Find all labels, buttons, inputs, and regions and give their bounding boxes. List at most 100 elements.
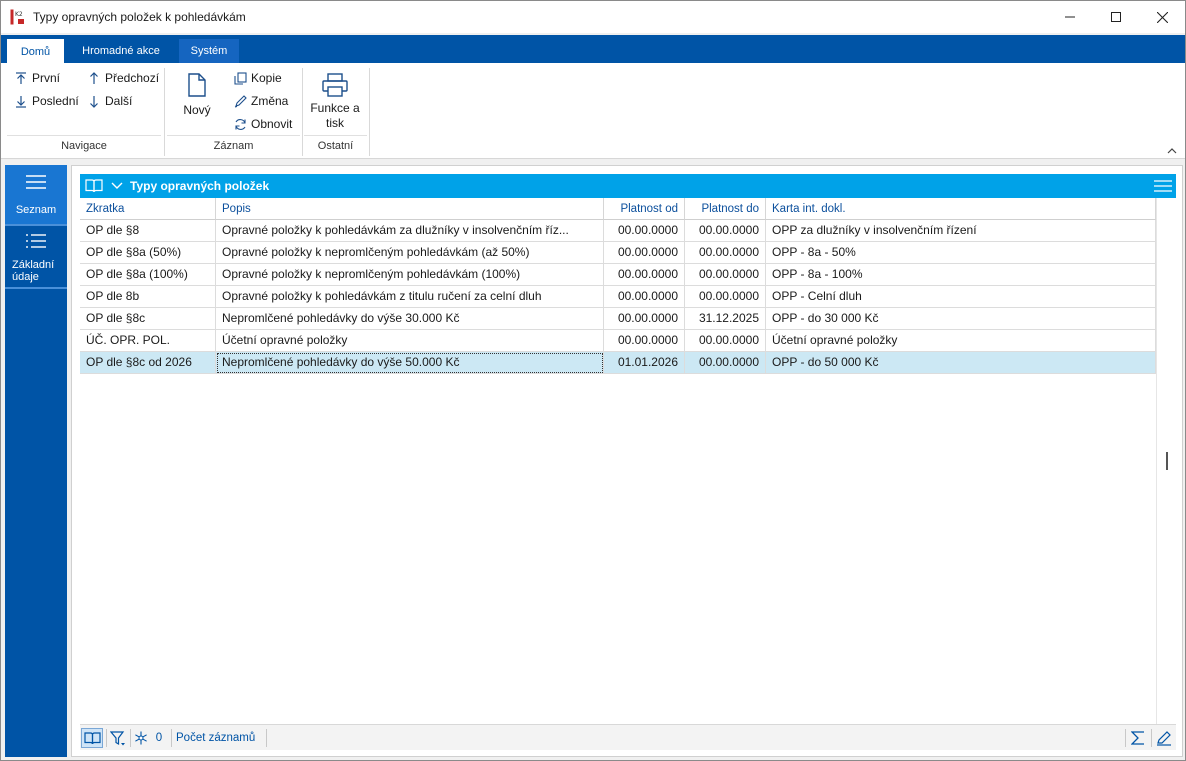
- minimize-icon: [1065, 16, 1075, 18]
- cell-zkratka[interactable]: OP dle §8a (100%): [80, 264, 216, 286]
- book-view-button[interactable]: [81, 728, 103, 748]
- grid-menu-icon[interactable]: [1154, 180, 1172, 192]
- cell-platnost-od[interactable]: 00.00.0000: [604, 264, 685, 286]
- footer-separator: [130, 729, 131, 747]
- collapse-ribbon-button[interactable]: [1167, 143, 1177, 157]
- cell-platnost-do[interactable]: 00.00.0000: [685, 264, 766, 286]
- column-header-popis[interactable]: Popis: [216, 198, 604, 220]
- record-count-button[interactable]: Počet záznamů: [176, 728, 266, 748]
- cell-zkratka[interactable]: OP dle §8: [80, 220, 216, 242]
- filter-button[interactable]: [108, 728, 128, 748]
- other-group-divider: [304, 135, 367, 136]
- book-icon[interactable]: [85, 179, 103, 193]
- freeze-button[interactable]: [133, 728, 149, 748]
- cell-zkratka[interactable]: OP dle 8b: [80, 286, 216, 308]
- cell-zkratka[interactable]: OP dle §8a (50%): [80, 242, 216, 264]
- refresh-button[interactable]: Obnovit: [232, 116, 292, 132]
- list-icon: [26, 234, 46, 248]
- grid-title: Typy opravných položek: [130, 179, 270, 193]
- cell-popis[interactable]: Opravné položky k nepromlčeným pohledávk…: [216, 242, 604, 264]
- edit-button[interactable]: [1153, 728, 1175, 748]
- tab-system[interactable]: Systém: [179, 39, 239, 63]
- cell-popis[interactable]: Účetní opravné položky: [216, 330, 604, 352]
- cell-karta-int-dokl[interactable]: OPP - Celní dluh: [766, 286, 1156, 308]
- first-button[interactable]: První: [13, 70, 60, 86]
- cell-karta-int-dokl[interactable]: OPP za dlužníky v insolvenčním řízení: [766, 220, 1156, 242]
- window-title: Typy opravných položek k pohledávkám: [33, 10, 246, 24]
- cell-platnost-od[interactable]: 00.00.0000: [604, 220, 685, 242]
- grid-header-bar: Typy opravných položek: [80, 174, 1176, 198]
- cell-karta-int-dokl[interactable]: Účetní opravné položky: [766, 330, 1156, 352]
- vertical-scrollbar[interactable]: [1156, 198, 1176, 724]
- copy-button[interactable]: Kopie: [232, 70, 282, 86]
- arrow-up-icon: [86, 70, 102, 86]
- refresh-label: Obnovit: [251, 117, 293, 131]
- nav-item-list[interactable]: Seznam: [5, 165, 67, 224]
- cell-popis[interactable]: Nepromlčené pohledávky do výše 50.000 Kč: [216, 352, 604, 374]
- functions-label-line1: Funkce a: [310, 101, 360, 115]
- cell-platnost-do[interactable]: 00.00.0000: [685, 352, 766, 374]
- minimize-button[interactable]: [1047, 1, 1093, 33]
- cell-zkratka[interactable]: OP dle §8c od 2026: [80, 352, 216, 374]
- grid-footer-toolbar: 0 Počet záznamů: [80, 724, 1176, 750]
- cell-karta-int-dokl[interactable]: OPP - do 50 000 Kč: [766, 352, 1156, 374]
- cell-popis[interactable]: Opravné položky k nepromlčeným pohledávk…: [216, 264, 604, 286]
- application-window: K2 Typy opravných položek k pohledávkám …: [0, 0, 1186, 761]
- pencil-icon: [232, 93, 248, 109]
- chevron-down-icon[interactable]: [111, 182, 123, 190]
- cell-platnost-do[interactable]: 00.00.0000: [685, 242, 766, 264]
- cell-zkratka[interactable]: OP dle §8c: [80, 308, 216, 330]
- new-record-button[interactable]: Nový: [175, 73, 219, 118]
- next-button[interactable]: Další: [86, 93, 132, 109]
- record-group-label: Záznam: [213, 140, 254, 152]
- footer-separator: [1151, 729, 1152, 747]
- close-icon: [1156, 11, 1168, 23]
- cell-popis[interactable]: Nepromlčené pohledávky do výše 30.000 Kč: [216, 308, 604, 330]
- cell-karta-int-dokl[interactable]: OPP - 8a - 100%: [766, 264, 1156, 286]
- pencil-icon: [1157, 731, 1171, 746]
- cell-karta-int-dokl[interactable]: OPP - 8a - 50%: [766, 242, 1156, 264]
- footer-separator: [106, 729, 107, 747]
- record-group-divider: [167, 135, 300, 136]
- last-button[interactable]: Poslední: [13, 93, 79, 109]
- nav-basic-label-line1: Základní: [12, 259, 55, 271]
- column-header-zkratka[interactable]: Zkratka: [80, 198, 216, 220]
- close-button[interactable]: [1139, 1, 1185, 33]
- hamburger-icon: [26, 175, 46, 189]
- column-header-karta-int-dokl[interactable]: Karta int. dokl.: [766, 198, 1156, 220]
- sum-button[interactable]: [1127, 728, 1149, 748]
- cell-popis[interactable]: Opravné položky k pohledávkám z titulu r…: [216, 286, 604, 308]
- cell-platnost-do[interactable]: 00.00.0000: [685, 286, 766, 308]
- tab-domu[interactable]: Domů: [7, 39, 64, 63]
- cell-platnost-od[interactable]: 01.01.2026: [604, 352, 685, 374]
- arrow-down-icon: [86, 93, 102, 109]
- cell-platnost-od[interactable]: 00.00.0000: [604, 330, 685, 352]
- new-label: Nový: [183, 103, 211, 117]
- cell-popis[interactable]: Opravné položky k pohledávkám za dlužník…: [216, 220, 604, 242]
- maximize-button[interactable]: [1093, 1, 1139, 33]
- cell-platnost-od[interactable]: 00.00.0000: [604, 242, 685, 264]
- copy-label: Kopie: [251, 71, 282, 85]
- tab-hromadne-akce[interactable]: Hromadné akce: [70, 39, 172, 63]
- filter-icon: [110, 731, 125, 746]
- left-navigation: Seznam Základní údaje: [5, 165, 67, 757]
- cell-platnost-od[interactable]: 00.00.0000: [604, 286, 685, 308]
- column-header-platnost-od[interactable]: Platnost od: [604, 198, 685, 220]
- cell-karta-int-dokl[interactable]: OPP - do 30 000 Kč: [766, 308, 1156, 330]
- functions-and-print-button[interactable]: Funkce a tisk: [305, 73, 365, 131]
- nav-item-basic-data[interactable]: Základní údaje: [5, 226, 67, 289]
- change-button[interactable]: Změna: [232, 93, 288, 109]
- cell-platnost-do[interactable]: 31.12.2025: [685, 308, 766, 330]
- cell-platnost-do[interactable]: 00.00.0000: [685, 220, 766, 242]
- cell-zkratka[interactable]: ÚČ. OPR. POL.: [80, 330, 216, 352]
- last-label: Poslední: [32, 94, 79, 108]
- scrollbar-thumb[interactable]: [1166, 452, 1168, 470]
- cell-platnost-od[interactable]: 00.00.0000: [604, 308, 685, 330]
- footer-separator: [266, 729, 267, 747]
- nav-basic-label: Základní údaje: [12, 259, 54, 283]
- previous-button[interactable]: Předchozí: [86, 70, 159, 86]
- column-header-platnost-do[interactable]: Platnost do: [685, 198, 766, 220]
- title-bar: K2 Typy opravných položek k pohledávkám: [1, 1, 1185, 33]
- sigma-icon: [1131, 731, 1144, 745]
- cell-platnost-do[interactable]: 00.00.0000: [685, 330, 766, 352]
